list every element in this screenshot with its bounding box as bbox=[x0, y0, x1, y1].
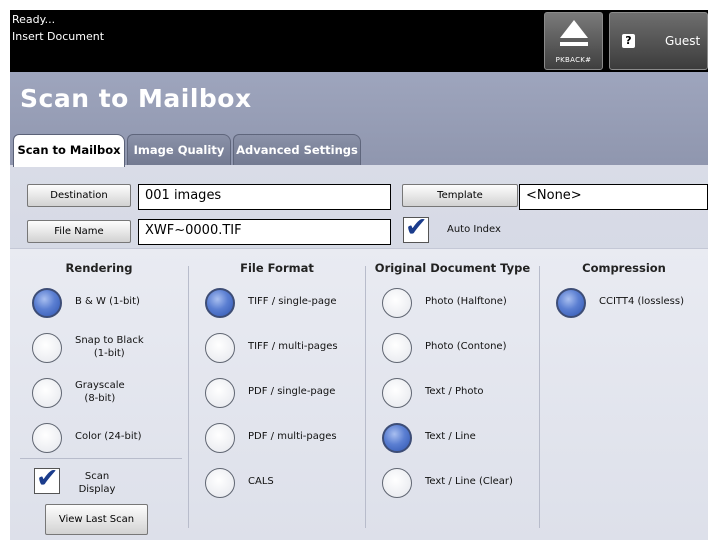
radio-button[interactable] bbox=[32, 423, 62, 453]
radio-button[interactable] bbox=[205, 288, 235, 318]
eject-icon bbox=[560, 20, 588, 38]
document-type-heading: Original Document Type bbox=[374, 261, 531, 275]
tab-advanced-settings[interactable]: Advanced Settings bbox=[233, 134, 361, 166]
checkmark-icon: ✔ bbox=[405, 212, 428, 243]
radio-button[interactable] bbox=[205, 333, 235, 363]
guest-login-button[interactable]: ? Guest bbox=[609, 12, 708, 70]
radio-button[interactable] bbox=[32, 378, 62, 408]
radio-button[interactable] bbox=[205, 378, 235, 408]
auto-index-checkbox[interactable]: ✔ bbox=[403, 212, 429, 243]
radio-button[interactable] bbox=[32, 288, 62, 318]
radio-button[interactable] bbox=[205, 423, 235, 453]
radio-button[interactable] bbox=[32, 333, 62, 363]
options-panel: Rendering B & W (1-bit) Snap to Black (1-… bbox=[10, 248, 708, 540]
pkback-button[interactable]: PKBACK# bbox=[544, 12, 603, 70]
compression-heading: Compression bbox=[582, 261, 666, 275]
tab-scan-to-mailbox[interactable]: Scan to Mailbox bbox=[13, 134, 125, 167]
status-bar: Ready... Insert Document PKBACK# ? Guest bbox=[10, 10, 708, 72]
page-title: Scan to Mailbox bbox=[20, 84, 252, 113]
view-last-scan-button[interactable]: View Last Scan bbox=[45, 504, 148, 535]
auto-index-label: Auto Index bbox=[447, 224, 501, 235]
tab-image-quality[interactable]: Image Quality bbox=[127, 134, 231, 166]
file-format-heading: File Format bbox=[240, 261, 314, 275]
status-text-ready: Ready... bbox=[12, 13, 56, 26]
rendering-heading: Rendering bbox=[65, 261, 133, 275]
status-text-insert: Insert Document bbox=[12, 30, 105, 43]
radio-button[interactable] bbox=[556, 288, 586, 318]
checkmark-icon: ✔ bbox=[36, 463, 59, 494]
radio-button[interactable] bbox=[205, 468, 235, 498]
content-panel: Destination 001 images File Name XWF~000… bbox=[10, 165, 708, 540]
radio-button[interactable] bbox=[382, 288, 412, 318]
destination-button[interactable]: Destination bbox=[27, 184, 131, 207]
fields-panel: Destination 001 images File Name XWF~000… bbox=[10, 165, 708, 248]
file-name-button[interactable]: File Name bbox=[27, 220, 131, 243]
radio-button[interactable] bbox=[382, 423, 412, 453]
radio-button[interactable] bbox=[382, 378, 412, 408]
template-button[interactable]: Template bbox=[402, 184, 518, 207]
template-field[interactable]: <None> bbox=[519, 184, 708, 210]
guest-label: Guest bbox=[665, 34, 701, 48]
question-user-icon: ? bbox=[622, 34, 635, 48]
destination-field[interactable]: 001 images bbox=[138, 184, 391, 210]
radio-button[interactable] bbox=[382, 468, 412, 498]
title-area: Scan to Mailbox Scan to Mailbox Image Qu… bbox=[10, 72, 708, 180]
radio-button[interactable] bbox=[382, 333, 412, 363]
scan-display-label: Scan Display bbox=[78, 471, 116, 495]
file-name-field[interactable]: XWF~0000.TIF bbox=[138, 219, 391, 245]
scan-display-checkbox[interactable]: ✔ bbox=[34, 463, 60, 494]
pkback-label: PKBACK# bbox=[555, 56, 592, 64]
